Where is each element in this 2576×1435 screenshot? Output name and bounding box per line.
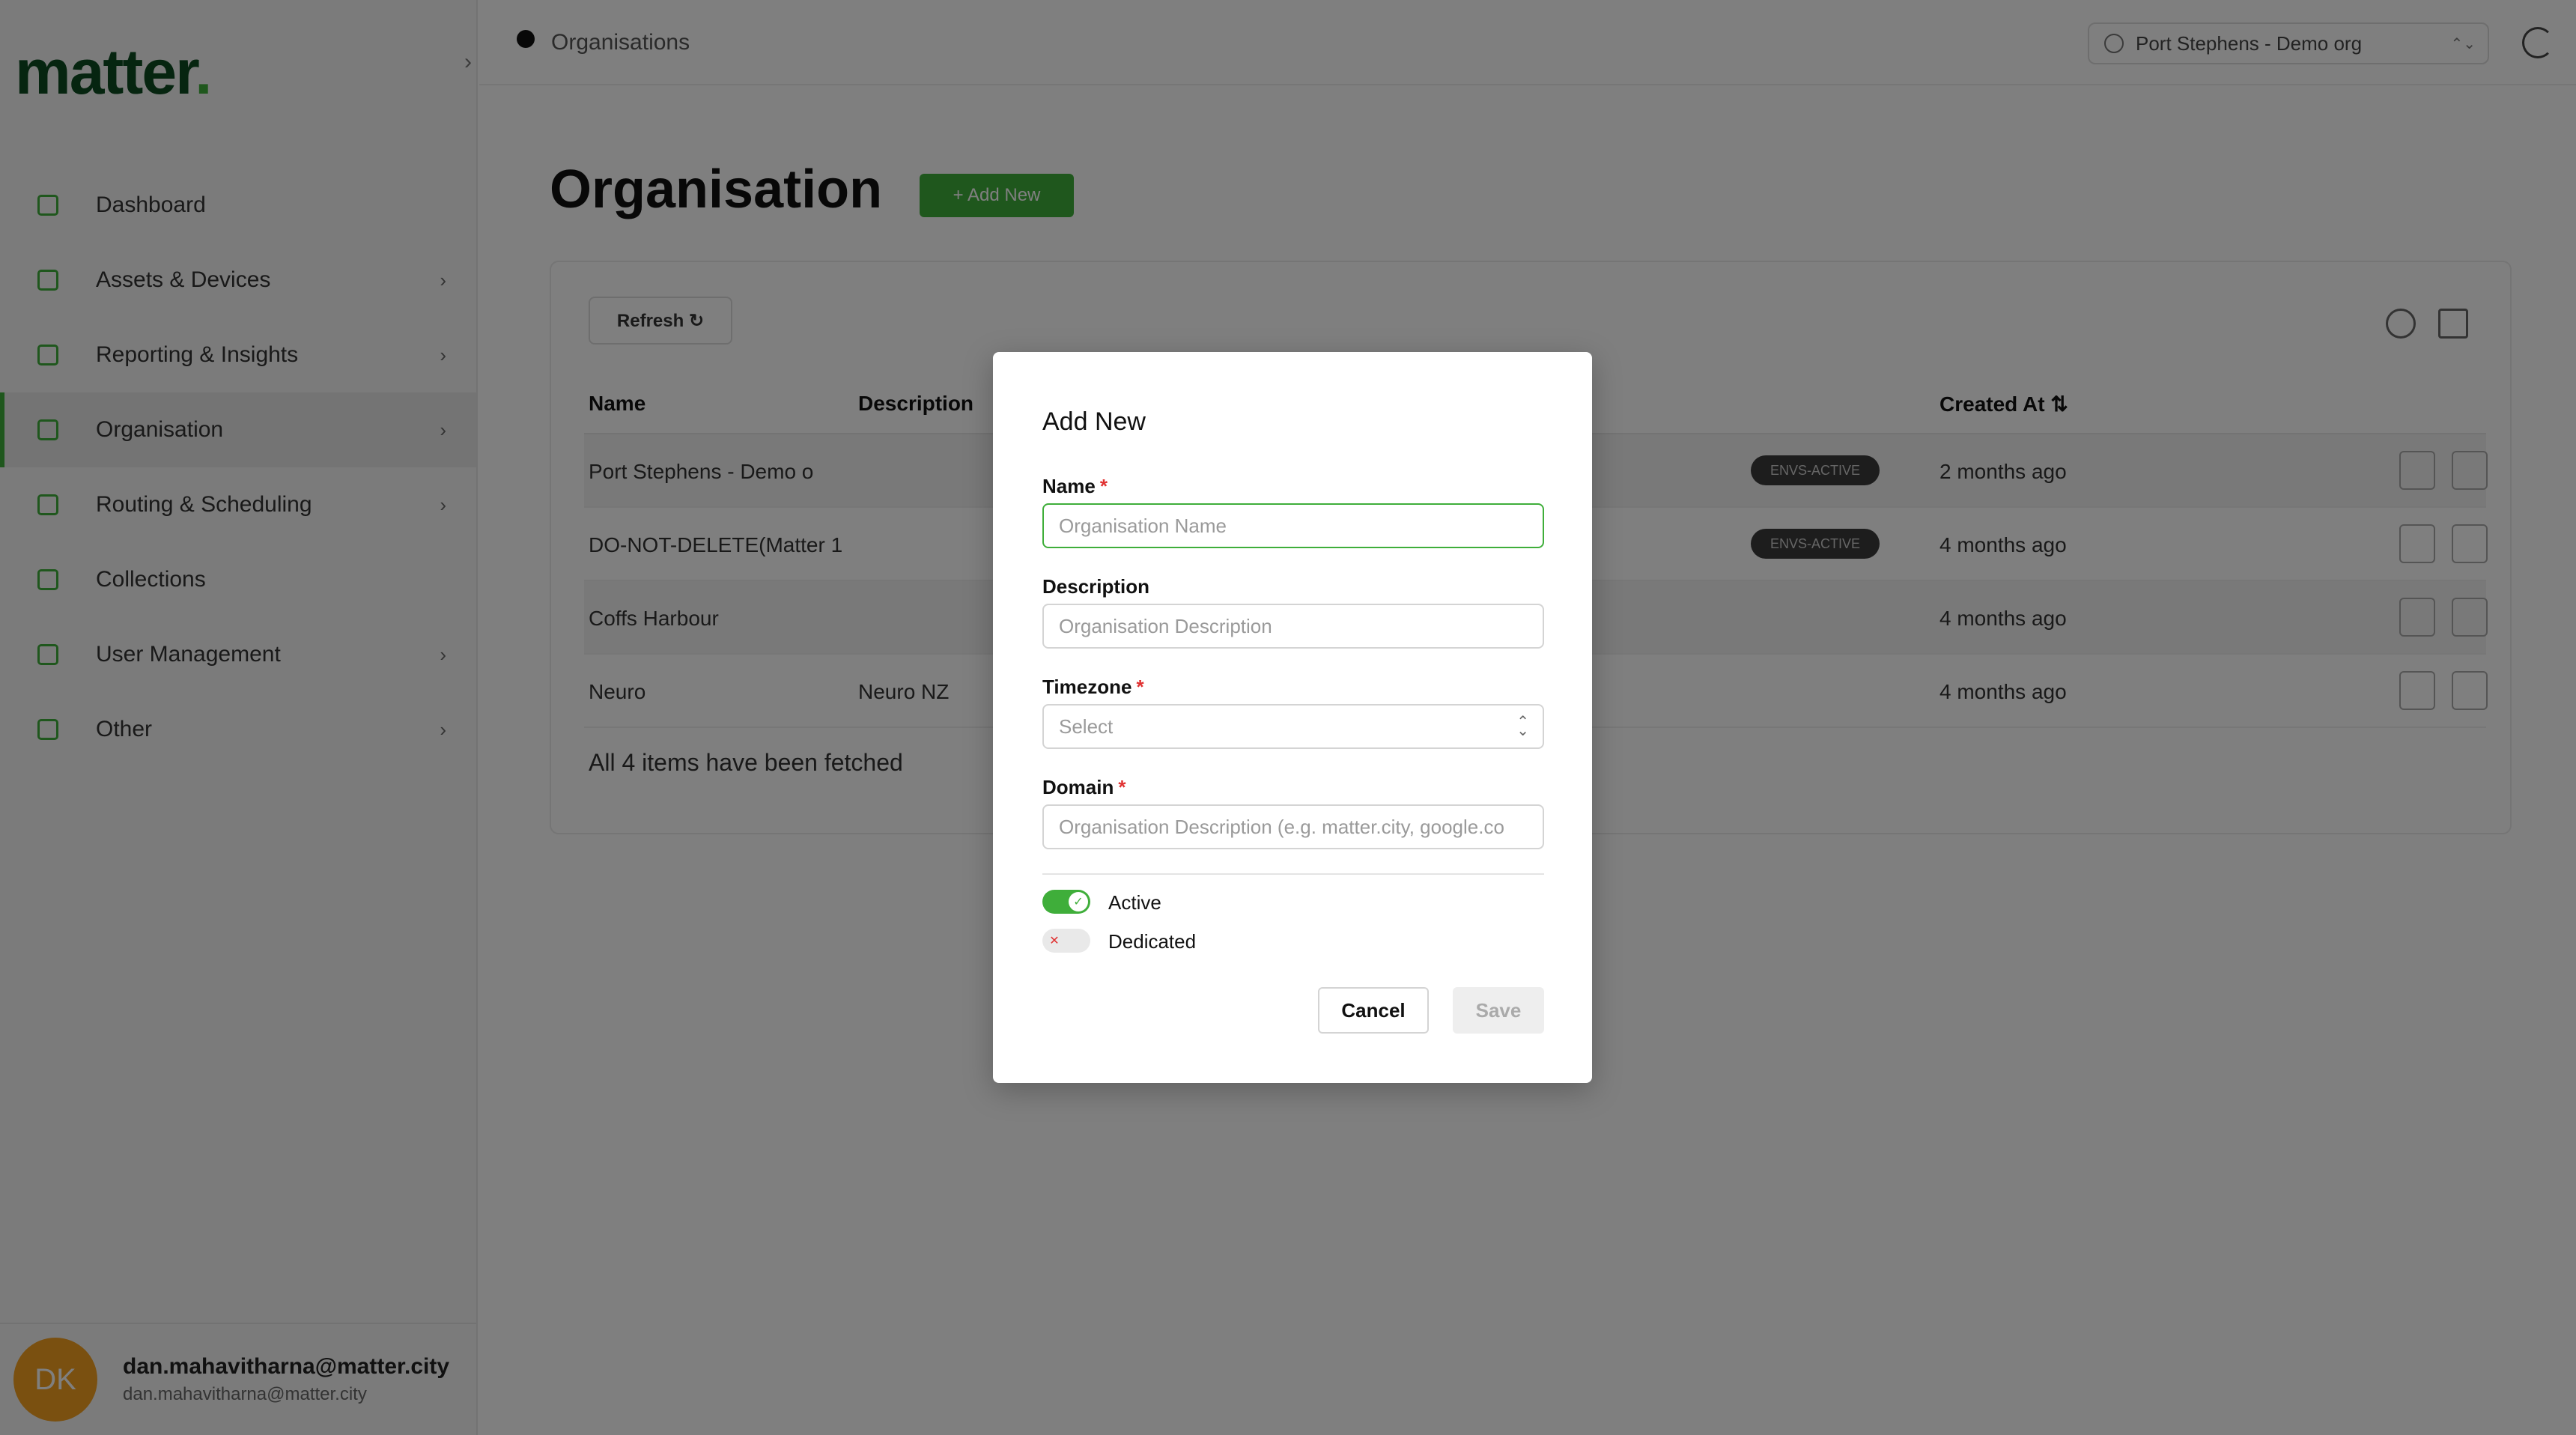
chevron-updown-icon: ⌃⌄: [1516, 714, 1529, 739]
check-icon: ✓: [1069, 892, 1088, 911]
required-mark: *: [1099, 475, 1108, 497]
domain-label: Domain *: [1042, 776, 1126, 798]
dedicated-toggle[interactable]: ✕: [1042, 929, 1090, 953]
active-label: Active: [1108, 891, 1161, 914]
timezone-select[interactable]: Select ⌃ ⌄: [1042, 704, 1544, 749]
divider: [1042, 873, 1544, 875]
required-mark: *: [1118, 776, 1126, 798]
cancel-button[interactable]: Cancel: [1318, 987, 1429, 1034]
required-mark: *: [1136, 676, 1144, 698]
description-input[interactable]: [1042, 604, 1544, 649]
save-button[interactable]: Save: [1453, 987, 1544, 1034]
description-label: Description: [1042, 575, 1150, 598]
name-input[interactable]: [1042, 503, 1544, 548]
name-label: Name *: [1042, 475, 1108, 497]
dedicated-label: Dedicated: [1108, 930, 1197, 953]
x-icon: ✕: [1049, 935, 1060, 947]
add-new-modal: Add New Name* Description Timezone* Sele…: [993, 352, 1592, 1083]
modal-title: Add New: [1042, 407, 1146, 436]
timezone-select-value: Select: [1059, 715, 1114, 738]
active-toggle[interactable]: ✓: [1042, 890, 1090, 914]
timezone-label: Timezone *: [1042, 676, 1144, 698]
domain-input[interactable]: [1042, 804, 1544, 849]
